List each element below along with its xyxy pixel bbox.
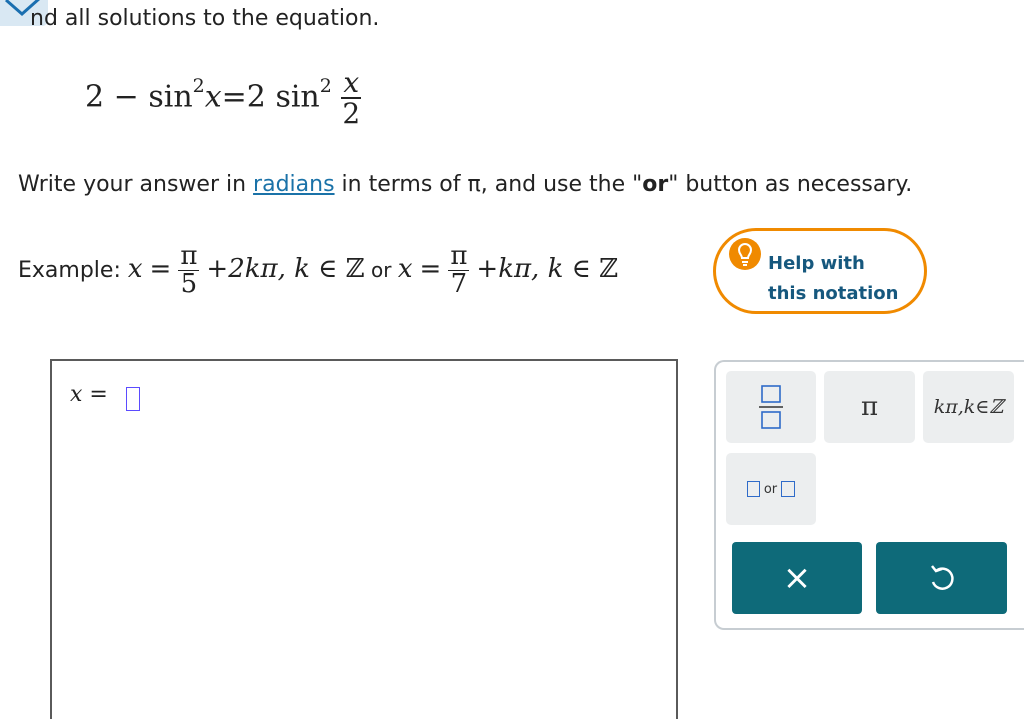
eq-constant: 2 (85, 79, 105, 115)
equation: 2 − sin2x=2 sin2 x 2 (85, 66, 362, 131)
answer-input-field[interactable] (126, 387, 140, 411)
example-or: or (364, 257, 398, 282)
example-fraction-2: π 7 (448, 241, 470, 300)
example-frac2-den: 7 (450, 269, 468, 300)
example-in-z-2: ∈ ℤ (563, 253, 619, 284)
eq-sin-1: sin (148, 79, 193, 115)
example-frac2-num: π (448, 241, 470, 272)
example-frac1-den: 5 (180, 269, 198, 300)
eq-exponent-2: 2 (319, 75, 332, 98)
or-word: or (642, 172, 669, 197)
eq-sin-2: sin (275, 79, 320, 115)
or-label: or (763, 481, 778, 497)
write-text-2: in terms of π, and use the " (334, 172, 643, 197)
help-line-1: Help with (768, 253, 865, 274)
or-right-box (781, 481, 796, 497)
or-button[interactable]: or (726, 453, 816, 525)
eq-var-x: x (204, 79, 222, 115)
example-in-z-1: ∈ ℤ (309, 253, 365, 284)
example-term-1: +2kπ, (206, 253, 295, 284)
eq-coefficient: 2 (246, 79, 266, 115)
pi-label: π (860, 392, 879, 422)
undo-icon (930, 565, 954, 590)
undo-button[interactable] (876, 542, 1007, 614)
help-text: Help with this notation (768, 249, 928, 309)
example-k-2: k (547, 253, 564, 284)
lightbulb-icon (729, 238, 761, 270)
example-term-2: +kπ, (476, 253, 548, 284)
example-k-1: k (294, 253, 310, 284)
example-var-1: x (127, 253, 143, 284)
k-pi-label: kπ,k∈ℤ (933, 396, 1004, 418)
write-text-3: " button as necessary. (668, 172, 913, 197)
example-line: Example: x = π 5 +2kπ, k ∈ ℤ or x = π 7 … (18, 241, 619, 300)
math-keypad: π kπ,k∈ℤ or × (714, 360, 1024, 630)
clear-icon: × (782, 558, 812, 598)
eq-fraction: x 2 (341, 66, 362, 131)
answer-equals: = (89, 382, 108, 407)
answer-label: x = (70, 382, 108, 407)
example-fraction-1: π 5 (178, 241, 200, 300)
radians-link[interactable]: radians (253, 172, 335, 197)
eq-exponent-1: 2 (192, 75, 205, 98)
fraction-button[interactable] (726, 371, 816, 443)
eq-minus: − (113, 79, 139, 115)
answer-var: x (70, 382, 83, 407)
write-text-1: Write your answer in (18, 172, 254, 197)
example-equals-2: = (419, 253, 442, 284)
question-prompt: nd all solutions to the equation. (30, 6, 380, 31)
example-equals-1: = (149, 253, 172, 284)
answer-input-area[interactable]: x = (50, 359, 678, 719)
example-var-2: x (397, 253, 413, 284)
pi-button[interactable]: π (824, 371, 915, 443)
example-frac1-num: π (178, 241, 200, 272)
k-pi-integer-button[interactable]: kπ,k∈ℤ (923, 371, 1014, 443)
fraction-icon (759, 385, 783, 429)
eq-frac-num: x (341, 66, 362, 100)
example-label: Example: (18, 257, 121, 283)
eq-equals: = (221, 79, 247, 115)
or-left-box (746, 481, 760, 497)
answer-instructions: Write your answer in radians in terms of… (18, 172, 912, 197)
help-with-notation-button[interactable]: Help with this notation (713, 228, 927, 314)
eq-frac-den: 2 (342, 97, 361, 131)
clear-button[interactable]: × (732, 542, 862, 614)
help-line-2: this notation (768, 283, 899, 304)
